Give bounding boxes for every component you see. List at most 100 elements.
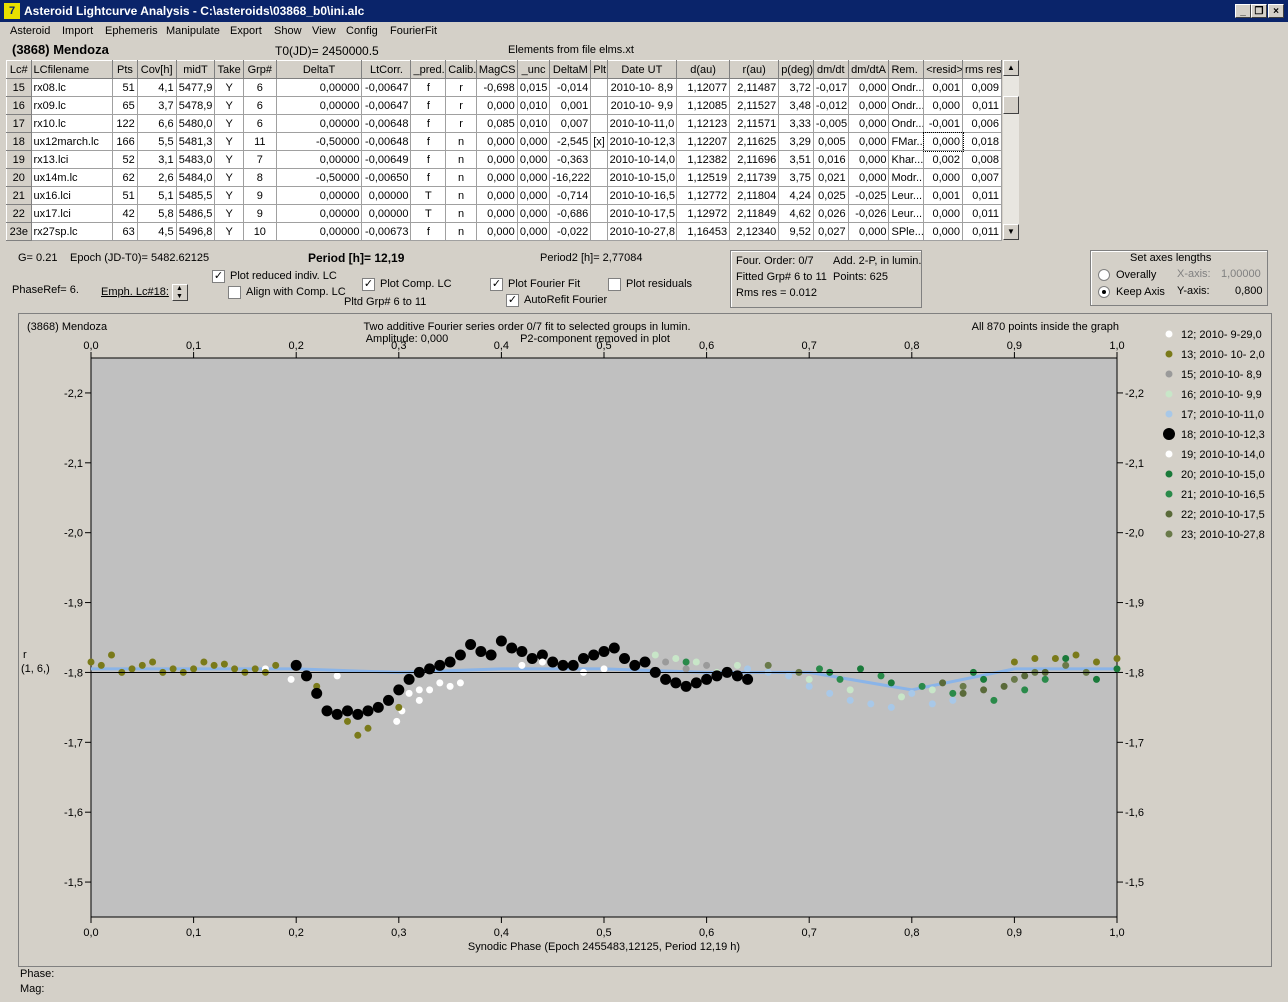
row-header[interactable]: 16 <box>6 96 32 115</box>
table-cell[interactable]: 0,000 <box>923 96 964 115</box>
table-cell[interactable]: -0,017 <box>812 78 849 97</box>
table-cell[interactable]: 4,1 <box>136 78 177 97</box>
table-cell[interactable]: 1,12077 <box>676 78 731 97</box>
table-cell[interactable]: 3,1 <box>136 150 177 169</box>
table-cell[interactable]: ux12march.lc <box>30 132 114 151</box>
table-cell[interactable]: 0,000 <box>475 132 518 151</box>
table-cell[interactable]: -16,222 <box>549 168 592 187</box>
row-header[interactable]: 15 <box>6 78 32 97</box>
table-cell[interactable]: -0,00673 <box>361 222 412 241</box>
table-cell[interactable]: 2,11487 <box>729 78 780 97</box>
table-cell[interactable]: n <box>445 150 477 169</box>
close-button[interactable]: × <box>1268 4 1284 18</box>
table-cell[interactable] <box>590 150 608 169</box>
table-cell[interactable]: 0,002 <box>923 150 964 169</box>
row-header[interactable]: 23e <box>6 222 32 241</box>
table-cell[interactable]: 0,008 <box>962 150 1002 169</box>
row-header[interactable]: 20 <box>6 168 32 187</box>
table-cell[interactable]: f <box>410 168 447 187</box>
table-cell[interactable]: f <box>410 78 447 97</box>
table-cell[interactable]: 2,11625 <box>729 132 780 151</box>
table-cell[interactable]: 0,006 <box>962 114 1002 133</box>
table-cell[interactable]: 0,000 <box>922 131 964 152</box>
col-header[interactable]: r(au) <box>729 60 780 79</box>
table-cell[interactable]: 63 <box>112 222 138 241</box>
table-cell[interactable]: 0,007 <box>962 168 1002 187</box>
col-header[interactable]: Plt <box>590 60 608 79</box>
row-header[interactable]: 22 <box>6 204 32 223</box>
table-cell[interactable]: T <box>410 204 447 223</box>
table-cell[interactable]: 5496,8 <box>175 222 216 241</box>
table-cell[interactable]: 0,021 <box>812 168 849 187</box>
table-cell[interactable]: Y <box>214 78 244 97</box>
table-cell[interactable]: Leur... <box>888 204 925 223</box>
table-cell[interactable]: 51 <box>112 78 138 97</box>
row-header[interactable]: 17 <box>6 114 32 133</box>
table-row[interactable]: 19 rx13.lci 52 3,1 5483,0 Y 7 0,00000 -0,00649 f n… <box>6 150 1002 169</box>
table-cell[interactable]: 0,085 <box>475 114 518 133</box>
table-cell[interactable]: 3,33 <box>778 114 814 133</box>
col-header[interactable]: _unc <box>516 60 551 79</box>
table-cell[interactable]: n <box>445 186 477 205</box>
table-cell[interactable]: 0,00000 <box>275 114 363 133</box>
menu-export[interactable]: Export <box>230 25 262 37</box>
col-header[interactable]: <resid> <box>923 60 964 79</box>
table-cell[interactable]: 2010-10-15,0 <box>606 168 678 187</box>
table-row[interactable]: 15 rx08.lc 51 4,1 5477,9 Y 6 0,00000 -0,00647 f r -… <box>6 78 1002 97</box>
menu-view[interactable]: View <box>312 25 336 37</box>
table-cell[interactable]: 5477,9 <box>175 78 216 97</box>
table-cell[interactable]: 0,00000 <box>275 204 363 223</box>
spin-up-icon[interactable]: ▲ <box>176 285 183 292</box>
table-cell[interactable]: -0,698 <box>475 78 518 97</box>
table-row[interactable]: 22 ux17.lci 42 5,8 5486,5 Y 9 0,00000 0,00000 Tn 0… <box>6 204 1002 223</box>
col-header[interactable]: Calib. <box>445 60 477 79</box>
table-cell[interactable]: 0,000 <box>516 186 551 205</box>
col-header[interactable]: Grp# <box>242 60 277 79</box>
table-cell[interactable]: 1,12207 <box>676 132 731 151</box>
col-header[interactable]: p(deg) <box>778 60 814 79</box>
table-cell[interactable]: 5484,0 <box>175 168 216 187</box>
table-cell[interactable]: 0,018 <box>962 132 1002 151</box>
table-cell[interactable]: Ondr... <box>888 114 925 133</box>
table-cell[interactable]: ux17.lci <box>30 204 114 223</box>
table-cell[interactable]: 5,5 <box>136 132 177 151</box>
menu-config[interactable]: Config <box>346 25 378 37</box>
table-cell[interactable]: 166 <box>112 132 138 151</box>
table-cell[interactable]: -0,00648 <box>361 132 412 151</box>
table-cell[interactable]: Y <box>214 114 244 133</box>
table-cell[interactable]: 0,027 <box>812 222 849 241</box>
overally-radio[interactable] <box>1098 269 1110 281</box>
keep-axis-radio[interactable] <box>1098 286 1110 298</box>
table-cell[interactable]: n <box>445 222 477 241</box>
table-cell[interactable]: 1,16453 <box>676 222 731 241</box>
table-cell[interactable]: 3,48 <box>778 96 814 115</box>
table-cell[interactable]: -0,00647 <box>361 78 412 97</box>
table-cell[interactable]: 0,000 <box>516 132 551 151</box>
table-cell[interactable]: 62 <box>112 168 138 187</box>
xaxis-value[interactable]: 1,00000 <box>1221 268 1261 280</box>
table-cell[interactable]: 0,000 <box>847 132 890 151</box>
table-cell[interactable]: -0,001 <box>923 114 964 133</box>
table-cell[interactable]: Y <box>214 168 244 187</box>
table-cell[interactable]: 1,12519 <box>676 168 731 187</box>
table-cell[interactable]: 2,11571 <box>729 114 780 133</box>
table-cell[interactable]: 0,011 <box>962 96 1002 115</box>
table-cell[interactable]: -0,00648 <box>361 114 412 133</box>
table-cell[interactable]: Khar... <box>888 150 925 169</box>
table-cell[interactable]: 2,11849 <box>729 204 780 223</box>
table-cell[interactable]: -0,50000 <box>275 132 363 151</box>
col-header[interactable]: Cov[h] <box>136 60 177 79</box>
table-cell[interactable]: 0,000 <box>847 114 890 133</box>
row-header[interactable]: 18 <box>6 132 32 151</box>
table-cell[interactable]: -0,00650 <box>361 168 412 187</box>
menu-show[interactable]: Show <box>274 25 302 37</box>
table-cell[interactable]: 0,00000 <box>275 150 363 169</box>
table-cell[interactable]: 0,001 <box>549 96 592 115</box>
table-cell[interactable]: r <box>445 96 477 115</box>
table-cell[interactable]: 122 <box>112 114 138 133</box>
table-cell[interactable]: FMar... <box>888 132 925 151</box>
table-cell[interactable]: 2,11527 <box>729 96 780 115</box>
table-cell[interactable]: 9 <box>242 186 277 205</box>
table-cell[interactable]: 0,011 <box>962 204 1002 223</box>
table-cell[interactable]: 6 <box>242 78 277 97</box>
